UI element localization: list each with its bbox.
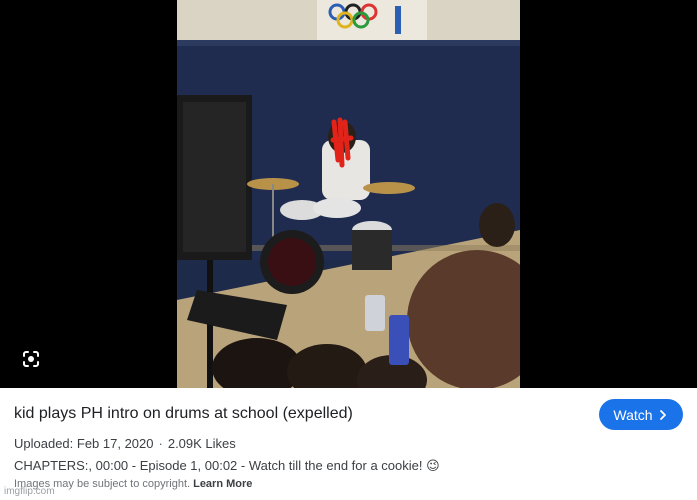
- metadata-separator: ·: [158, 436, 163, 451]
- chevron-right-icon: [659, 409, 666, 420]
- video-title[interactable]: kid plays PH intro on drums at school (e…: [14, 405, 574, 423]
- video-metadata: Uploaded: Feb 17, 2020 · 2.09K Likes: [14, 436, 236, 451]
- likes-count: 2.09K Likes: [167, 436, 236, 451]
- image-preview[interactable]: [0, 0, 697, 388]
- upload-date: Uploaded: Feb 17, 2020: [14, 436, 154, 451]
- result-info-panel: kid plays PH intro on drums at school (e…: [0, 388, 697, 500]
- google-lens-icon: [23, 351, 39, 367]
- google-lens-button[interactable]: [20, 348, 42, 370]
- imgflip-watermark: imgflip.com: [4, 486, 55, 497]
- learn-more-link[interactable]: Learn More: [193, 478, 252, 490]
- video-thumbnail[interactable]: [177, 0, 520, 388]
- drummer-scene-image: [177, 0, 520, 388]
- watch-button-label: Watch: [613, 406, 653, 423]
- watch-button[interactable]: Watch: [599, 399, 683, 430]
- chapters-description: CHAPTERS:, 00:00 - Episode 1, 00:02 - Wa…: [14, 458, 440, 473]
